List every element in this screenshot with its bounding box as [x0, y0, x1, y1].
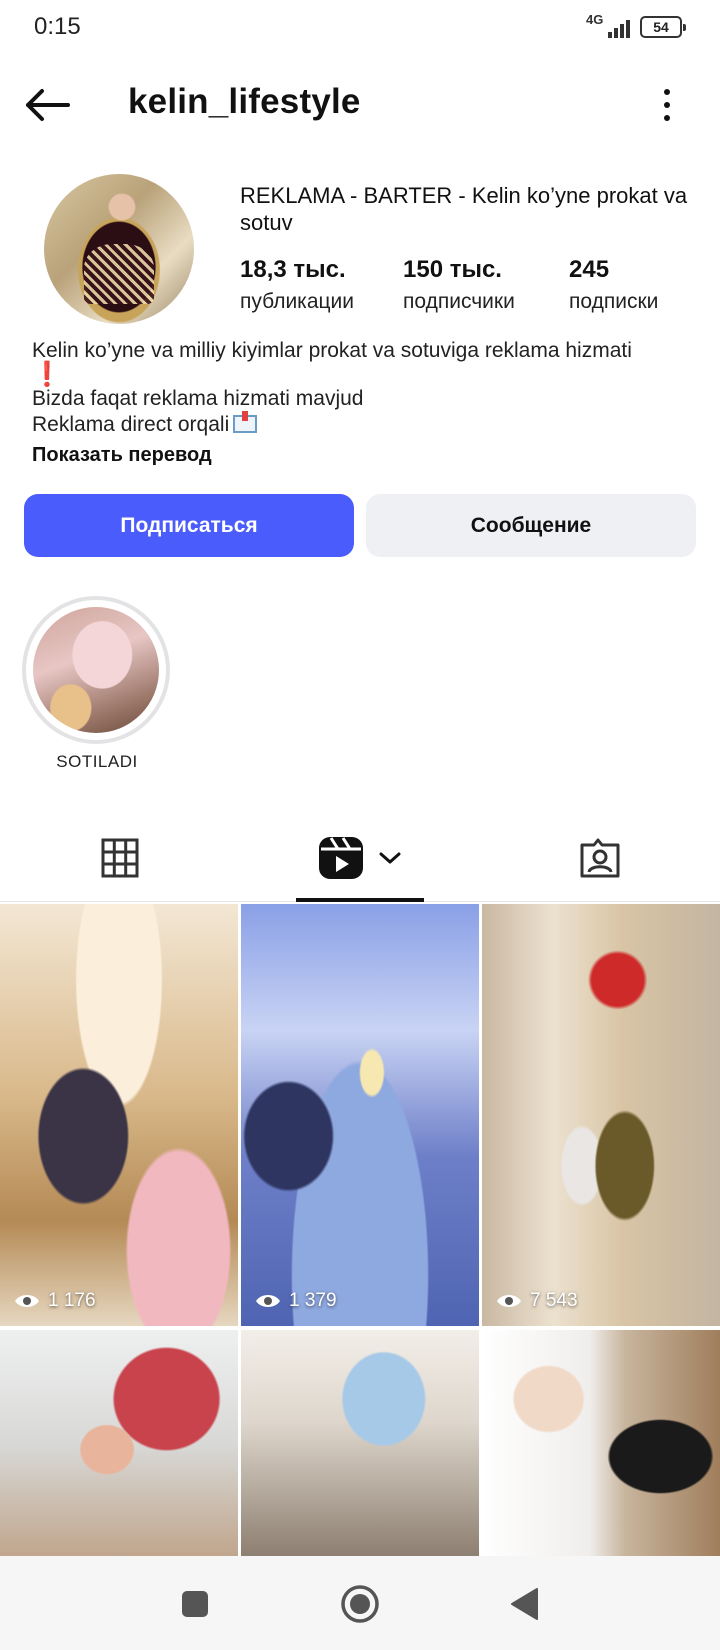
system-navigation-bar — [0, 1556, 720, 1650]
profile-header: kelin_lifestyle — [0, 70, 720, 140]
story-highlight[interactable]: SOTILADI — [22, 596, 172, 772]
eye-icon — [15, 1295, 39, 1307]
reels-icon — [319, 837, 363, 879]
tab-posts[interactable] — [90, 828, 150, 888]
view-count-value: 7 543 — [530, 1290, 578, 1311]
grid-icon — [101, 838, 139, 878]
show-translation-link[interactable]: Показать перевод — [32, 444, 212, 467]
battery-level: 54 — [653, 19, 669, 35]
stat-posts-label: публикации — [240, 290, 354, 313]
follow-button[interactable]: Подписаться — [24, 494, 354, 557]
view-count-value: 1 379 — [289, 1290, 337, 1311]
stat-following-value: 245 — [569, 256, 610, 283]
signal-icon: 4G — [586, 12, 630, 40]
home-icon — [341, 1585, 379, 1623]
highlight-ring — [22, 596, 170, 744]
home-button[interactable] — [338, 1582, 382, 1626]
profile-bio: Kelin ko’yne va milliy kiyimlar prokat v… — [32, 338, 692, 438]
profile-display-name: REKLAMA - BARTER - Kelin ko’yne prokat v… — [240, 183, 688, 235]
profile-avatar[interactable] — [44, 174, 194, 324]
profile-stats: 18,3 тыс. публикации 150 тыс. подписчики… — [240, 256, 658, 314]
stat-posts[interactable]: 18,3 тыс. публикации — [240, 256, 403, 314]
exclamation-emoji: ❗ — [32, 361, 62, 388]
reel-tile[interactable]: 7 543 — [482, 904, 720, 1326]
reel-tile[interactable]: 1 176 — [0, 904, 238, 1326]
system-back-button[interactable] — [502, 1582, 546, 1626]
highlight-cover — [33, 607, 159, 733]
arrow-left-icon — [26, 89, 70, 121]
bio-line-2: Bizda faqat reklama hizmati mavjud — [32, 387, 364, 410]
stat-following[interactable]: 245 подписки — [569, 256, 658, 314]
status-time: 0:15 — [34, 13, 81, 40]
network-type: 4G — [586, 12, 604, 27]
reels-grid: 1 176 1 379 7 543 — [0, 904, 720, 1560]
recent-apps-icon — [182, 1591, 208, 1617]
stat-posts-value: 18,3 тыс. — [240, 256, 346, 283]
view-count: 1 176 — [14, 1290, 96, 1312]
highlight-label: SOTILADI — [56, 752, 138, 771]
eye-icon — [497, 1295, 521, 1307]
reel-tile[interactable] — [0, 1330, 238, 1560]
reel-tile[interactable] — [482, 1330, 720, 1560]
message-button[interactable]: Сообщение — [366, 494, 696, 557]
tagged-user-icon — [580, 838, 620, 878]
envelope-icon — [233, 411, 258, 433]
view-count: 7 543 — [496, 1290, 578, 1312]
bio-line-1: Kelin ko’yne va milliy kiyimlar prokat v… — [32, 339, 632, 362]
active-tab-indicator — [296, 898, 424, 902]
stat-followers[interactable]: 150 тыс. подписчики — [403, 256, 569, 314]
recent-apps-button[interactable] — [173, 1582, 217, 1626]
eye-icon — [256, 1295, 280, 1307]
more-vertical-icon — [664, 89, 670, 95]
stat-followers-value: 150 тыс. — [403, 256, 502, 283]
reel-tile[interactable] — [241, 1330, 479, 1560]
profile-tabs — [0, 816, 720, 902]
back-triangle-icon — [511, 1588, 538, 1620]
reel-tile[interactable]: 1 379 — [241, 904, 479, 1326]
profile-username: kelin_lifestyle — [128, 82, 361, 121]
status-bar: 0:15 4G 54 — [0, 0, 720, 56]
stat-followers-label: подписчики — [403, 290, 515, 313]
tab-reels[interactable] — [300, 828, 420, 888]
tab-tagged[interactable] — [570, 828, 630, 888]
status-icons: 4G 54 — [586, 12, 686, 40]
bio-line-3: Reklama direct orqali — [32, 413, 230, 436]
battery-icon: 54 — [640, 16, 686, 38]
chevron-down-icon — [379, 852, 401, 864]
view-count-value: 1 176 — [48, 1290, 96, 1311]
back-button[interactable] — [22, 80, 72, 130]
more-options-button[interactable] — [652, 80, 682, 130]
stat-following-label: подписки — [569, 290, 659, 313]
view-count: 1 379 — [255, 1290, 337, 1312]
